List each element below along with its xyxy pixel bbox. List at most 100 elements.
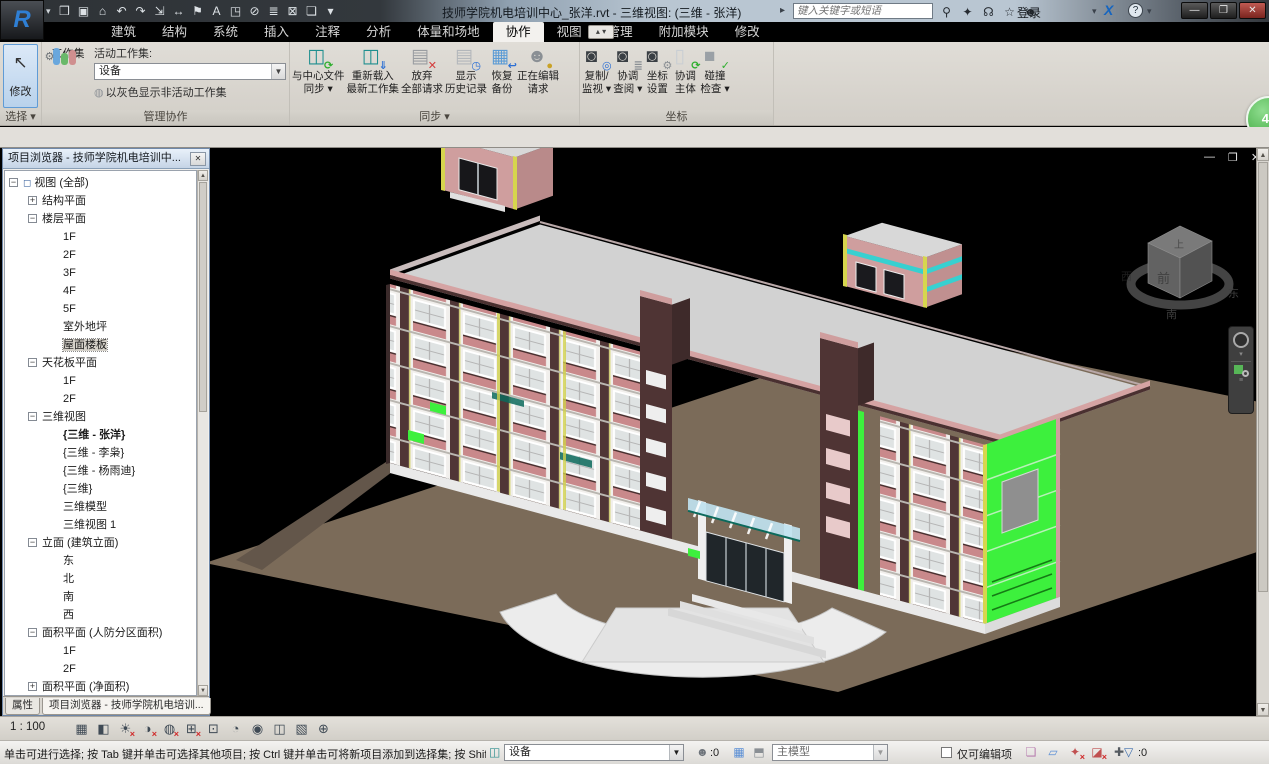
application-menu-arrow-icon[interactable]: ▾ bbox=[46, 6, 51, 17]
tree-item-label[interactable]: {三维 - 张洋} bbox=[63, 429, 125, 441]
tree-item-label[interactable]: 三维视图 bbox=[42, 411, 86, 423]
viewcube-top-label[interactable]: 上 bbox=[1174, 239, 1184, 251]
section-icon[interactable]: ⊘ bbox=[248, 2, 261, 20]
tree-scroll-down-icon[interactable]: ▼ bbox=[198, 685, 208, 696]
copy-monitor-button[interactable]: ◙◎复制/监视 ▾ bbox=[581, 44, 612, 96]
rendering-dialog-icon[interactable]: ◍× bbox=[160, 719, 179, 738]
ribbon-tab-修改[interactable]: 修改 bbox=[722, 22, 773, 42]
tab-project-browser[interactable]: 项目浏览器 - 技师学院机电培训... bbox=[42, 698, 211, 715]
ribbon-tab-注释[interactable]: 注释 bbox=[302, 22, 353, 42]
worksets-button[interactable]: ⚙ 工作集 bbox=[46, 44, 90, 110]
editing-requests-button[interactable]: ☻●正在编辑请求 bbox=[516, 44, 560, 96]
scroll-down-icon[interactable]: ▼ bbox=[1257, 703, 1269, 716]
status-workset-select[interactable]: 设备 ▼ bbox=[504, 744, 684, 761]
collapse-icon[interactable]: − bbox=[28, 412, 37, 421]
tree-item-label[interactable]: 立面 (建筑立面) bbox=[42, 537, 118, 549]
scrollbar-thumb[interactable] bbox=[1258, 162, 1268, 592]
sync-with-central-button[interactable]: ◫⟳与中心文件同步 ▾ bbox=[291, 44, 346, 96]
search-binoculars-icon[interactable]: ⚲ bbox=[940, 3, 953, 21]
tree-item[interactable]: 2F bbox=[5, 660, 196, 678]
help-icon[interactable]: ? bbox=[1128, 3, 1143, 18]
editing-requests-icon[interactable]: ☻ bbox=[696, 745, 709, 759]
tree-item-label[interactable]: 结构平面 bbox=[42, 195, 86, 207]
signin-label[interactable]: 登录 bbox=[1017, 4, 1041, 21]
tree-item[interactable]: 北 bbox=[5, 570, 196, 588]
tree-item-label[interactable]: 室外地坪 bbox=[63, 321, 107, 333]
crop-view-icon[interactable]: ⊞× bbox=[182, 719, 201, 738]
tree-item-label[interactable]: 西 bbox=[63, 609, 74, 621]
tree-item-label[interactable]: 楼层平面 bbox=[42, 213, 86, 225]
tree-item[interactable]: 1F bbox=[5, 228, 196, 246]
collapse-icon[interactable]: − bbox=[28, 628, 37, 637]
ribbon-tab-协作[interactable]: 协作 bbox=[493, 22, 544, 42]
show-history-button[interactable]: ▤◷显示历史记录 bbox=[444, 44, 488, 96]
select-underlay-icon[interactable]: ▱ bbox=[1044, 744, 1062, 761]
tree-scrollbar-thumb[interactable] bbox=[199, 182, 207, 412]
close-inactive-windows-icon[interactable]: ⊠ bbox=[286, 2, 299, 20]
communication-center-icon[interactable]: ☊ bbox=[982, 3, 995, 21]
restore-button[interactable]: ❐ bbox=[1210, 2, 1237, 19]
design-option-select[interactable]: 主模型 ▼ bbox=[772, 744, 888, 761]
view-vertical-scrollbar[interactable]: ▲ ▼ bbox=[1256, 148, 1269, 716]
sun-path-icon[interactable]: ☀× bbox=[116, 719, 135, 738]
minimize-button[interactable]: — bbox=[1181, 2, 1208, 19]
ribbon-tab-体量和场地[interactable]: 体量和场地 bbox=[404, 22, 493, 42]
redo-icon[interactable]: ↷ bbox=[134, 2, 147, 20]
relinquish-all-button[interactable]: ▤✕放弃全部请求 bbox=[400, 44, 444, 96]
right-end-wall-selected[interactable] bbox=[983, 418, 1060, 624]
tree-item[interactable]: 三维视图 1 bbox=[5, 516, 196, 534]
measure-icon[interactable]: ⇲ bbox=[153, 2, 166, 20]
building-model[interactable] bbox=[205, 148, 1269, 692]
subscription-key-icon[interactable]: ✦ bbox=[961, 3, 974, 21]
tree-item-label[interactable]: 南 bbox=[63, 591, 74, 603]
tree-item[interactable]: {三维 - 杨雨迪} bbox=[5, 462, 196, 480]
project-browser-title[interactable]: 项目浏览器 - 技师学院机电培训中... bbox=[3, 149, 209, 169]
aligned-dimension-icon[interactable]: ↔ bbox=[172, 2, 185, 20]
tree-item[interactable]: −楼层平面 bbox=[5, 210, 196, 228]
tree-item[interactable]: 室外地坪 bbox=[5, 318, 196, 336]
exchange-apps-icon[interactable]: X bbox=[1104, 2, 1113, 18]
search-input[interactable] bbox=[793, 3, 933, 19]
navbar-options-icon[interactable]: ≡ bbox=[1229, 377, 1253, 384]
viewcube-west-label[interactable]: 西 bbox=[1121, 271, 1132, 283]
default-3d-view-icon[interactable]: ◳ bbox=[229, 2, 242, 20]
tree-item-label[interactable]: 天花板平面 bbox=[42, 357, 97, 369]
ribbon-tab-建筑[interactable]: 建筑 bbox=[98, 22, 149, 42]
help-arrow-icon[interactable]: ▾ bbox=[1147, 6, 1152, 17]
tree-item[interactable]: −立面 (建筑立面) bbox=[5, 534, 196, 552]
viewcube-south-label[interactable]: 南 bbox=[1166, 308, 1177, 321]
collapse-icon[interactable]: − bbox=[9, 178, 18, 187]
steering-wheel-icon[interactable] bbox=[1233, 332, 1249, 348]
selected-strip[interactable] bbox=[858, 410, 864, 591]
select-links-icon[interactable]: ❏ bbox=[1022, 744, 1040, 761]
thin-lines-icon[interactable]: ≣ bbox=[267, 2, 280, 20]
active-workset-select[interactable]: 设备 ▼ bbox=[94, 63, 286, 80]
tree-item[interactable]: 屋面楼板 bbox=[5, 336, 196, 354]
switch-windows-icon[interactable]: ❏ bbox=[305, 2, 318, 20]
text-icon[interactable]: A bbox=[210, 2, 223, 20]
tree-item-label[interactable]: 3F bbox=[63, 267, 76, 279]
scroll-up-icon[interactable]: ▲ bbox=[1257, 148, 1269, 161]
chevron-down-icon[interactable]: ▼ bbox=[669, 745, 683, 760]
curtainwall-right[interactable] bbox=[864, 412, 880, 595]
tree-item[interactable]: −面积平面 (人防分区面积) bbox=[5, 624, 196, 642]
open-icon[interactable]: ❒ bbox=[58, 2, 71, 20]
gray-inactive-worksets-button[interactable]: ◍以灰色显示非活动工作集 bbox=[94, 84, 286, 100]
tree-item-label[interactable]: 面积平面 (净面积) bbox=[42, 681, 129, 693]
favorites-star-icon[interactable]: ☆ bbox=[1003, 3, 1016, 21]
tree-item[interactable]: 2F bbox=[5, 390, 196, 408]
worksharing-display-icon[interactable]: ◫ bbox=[270, 719, 289, 738]
worksets-dialog-icon[interactable]: ▦ bbox=[730, 744, 748, 761]
chevron-down-icon[interactable]: ▼ bbox=[873, 745, 887, 760]
tree-item[interactable]: −三维视图 bbox=[5, 408, 196, 426]
coordination-review-button[interactable]: ◙≣协调查阅 ▾ bbox=[612, 44, 643, 96]
zoom-lens-icon[interactable] bbox=[1242, 370, 1249, 377]
tree-item-label[interactable]: 视图 (全部) bbox=[34, 177, 88, 189]
select-pinned-icon[interactable]: ✦× bbox=[1066, 744, 1084, 761]
tree-scroll-up-icon[interactable]: ▲ bbox=[198, 170, 208, 181]
tree-item-label[interactable]: 1F bbox=[63, 375, 76, 387]
reload-latest-button[interactable]: ◫⇓重新载入最新工作集 bbox=[346, 44, 401, 96]
tree-item-label[interactable]: 5F bbox=[63, 303, 76, 315]
drawing-area[interactable]: 上 前 南 东 西 —❐✕ ▾ ≡ ▲ ▼ 项目浏览器 - 技师学院机电培训中.… bbox=[0, 148, 1269, 716]
tree-item[interactable]: {三维 - 李枭} bbox=[5, 444, 196, 462]
